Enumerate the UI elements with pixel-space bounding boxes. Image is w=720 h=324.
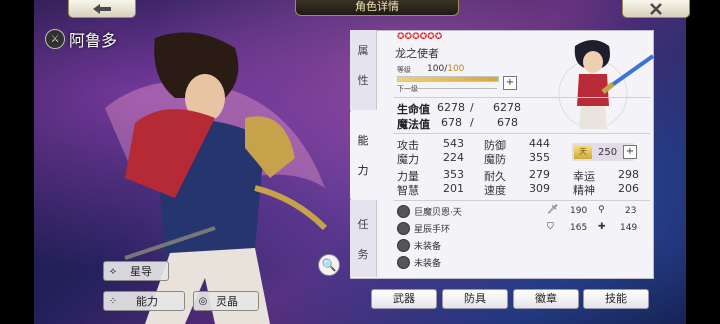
page-title: 角色详情: [295, 0, 459, 16]
equip-weapon-stat-b: 23: [625, 206, 637, 216]
tab-ability-char1: 能: [357, 134, 369, 147]
wand-stat-icon: ⚲: [598, 205, 605, 215]
equip-weapon-name: 巨魔贝恩·天: [414, 208, 462, 218]
level-label: 等级: [397, 66, 411, 74]
armor-button[interactable]: 防具: [442, 289, 508, 309]
mp-current: 678: [441, 116, 462, 129]
stat-label-magic-defense: 魔防: [484, 153, 506, 166]
spirit-crystal-label: 灵晶: [216, 295, 238, 308]
stat-value-speed: 309: [529, 182, 550, 195]
mp-max: 678: [497, 116, 518, 129]
rarity-stars: ✪✪✪✪✪✪: [397, 32, 443, 42]
left-letterbox: [0, 0, 34, 324]
equip-weapon-stat-a: 190: [570, 206, 588, 216]
equip-empty-1-label: 未装备: [414, 242, 442, 252]
equip-slot-accessory[interactable]: 星辰手环: [397, 222, 450, 235]
level-up-button[interactable]: +: [503, 76, 517, 90]
stat-label-magic: 魔力: [397, 153, 419, 166]
spirit-crystal-button[interactable]: ◎ 灵晶: [193, 291, 259, 311]
add-stat-points-button[interactable]: +: [623, 145, 637, 159]
stat-value-spirit: 206: [618, 182, 639, 195]
crystal-icon: ◎: [198, 295, 208, 307]
bracelet-item-icon: [397, 222, 410, 235]
sword-stat-icon: 🗡: [547, 205, 559, 215]
sword-class-icon: ⚔: [45, 29, 65, 49]
close-button[interactable]: [622, 0, 690, 18]
next-level-bar: [417, 88, 497, 89]
right-letterbox: [686, 0, 720, 324]
equip-accessory-stat-b: 149: [620, 223, 638, 233]
level-current: 100: [427, 64, 445, 74]
stat-value-magic: 224: [443, 151, 464, 164]
level-max: 100: [447, 64, 465, 74]
badge-button[interactable]: 徽章: [513, 289, 579, 309]
level-value: 100/100: [427, 64, 464, 74]
stat-value-attack: 543: [443, 137, 464, 150]
stat-label-speed: 速度: [484, 184, 506, 197]
character-title: 龙之使者: [395, 47, 439, 60]
zoom-button[interactable]: 🔍: [318, 254, 340, 276]
stat-label-wisdom: 智慧: [397, 184, 419, 197]
stat-value-luck: 298: [618, 168, 639, 181]
mp-separator: /: [470, 116, 474, 129]
divider-3: [394, 200, 650, 201]
magic-shield-stat-icon: ✚: [598, 222, 606, 232]
empty-slot-icon: [397, 256, 410, 269]
shield-stat-icon: ⛉: [547, 222, 554, 232]
stat-value-magic-defense: 355: [529, 151, 550, 164]
close-icon: [650, 2, 662, 15]
star-guide-label: 星导: [130, 265, 152, 278]
level-progress-bar: [397, 76, 499, 82]
plus-icon: +: [505, 77, 515, 88]
empty-slot-icon: [397, 239, 410, 252]
weapon-item-icon: [397, 205, 410, 218]
stat-value-strength: 353: [443, 168, 464, 181]
skill-button[interactable]: 技能: [583, 289, 649, 309]
equip-slot-empty-2[interactable]: 未装备: [397, 256, 441, 269]
ability-grid-icon: ⁘: [108, 295, 118, 307]
tab-ability-char2: 力: [357, 164, 369, 177]
equip-accessory-stat-a: 165: [570, 223, 588, 233]
star-guide-button[interactable]: ⟡ 星导: [103, 261, 169, 281]
tab-ability[interactable]: 能 力: [350, 112, 376, 198]
weapon-button[interactable]: 武器: [371, 289, 437, 309]
equip-slot-empty-1[interactable]: 未装备: [397, 239, 441, 252]
tab-attributes-char1: 属: [357, 44, 369, 57]
magnifier-icon: 🔍: [321, 258, 337, 272]
back-button[interactable]: [68, 0, 136, 18]
tab-attributes[interactable]: 属 性: [350, 30, 377, 110]
mp-row: 魔法值: [397, 116, 430, 132]
hp-max: 6278: [493, 101, 521, 114]
stat-points-value: 250: [598, 146, 618, 158]
stat-label-spirit: 精神: [573, 184, 595, 197]
stat-value-endurance: 279: [529, 168, 550, 181]
equip-slot-weapon[interactable]: 巨魔贝恩·天: [397, 205, 462, 218]
ability-label: 能力: [136, 295, 158, 308]
level-progress-fill: [398, 77, 498, 81]
chibi-sprite: [558, 40, 655, 129]
tab-attributes-char2: 性: [357, 74, 369, 87]
stat-value-defense: 444: [529, 137, 550, 150]
hp-label: 生命值: [397, 103, 430, 116]
back-arrow-icon: [93, 3, 111, 14]
ability-button[interactable]: ⁘ 能力: [103, 291, 185, 311]
stat-value-wisdom: 201: [443, 182, 464, 195]
tab-task-char2: 务: [357, 248, 369, 261]
divider-2: [394, 133, 650, 134]
plus-icon: +: [625, 146, 635, 157]
tab-task[interactable]: 任 务: [350, 200, 377, 277]
tab-task-char1: 任: [357, 218, 369, 231]
equip-accessory-name: 星辰手环: [414, 225, 451, 235]
hp-current: 6278: [437, 101, 465, 114]
hp-row: 生命值: [397, 101, 430, 117]
next-level-label: 下一级: [397, 85, 418, 93]
divider-1: [394, 97, 650, 98]
hp-separator: /: [470, 101, 474, 114]
stat-points-icon: 天: [574, 145, 592, 159]
mp-label: 魔法值: [397, 118, 430, 131]
star-guide-icon: ⟡: [109, 265, 117, 277]
equip-empty-2-label: 未装备: [414, 259, 442, 269]
